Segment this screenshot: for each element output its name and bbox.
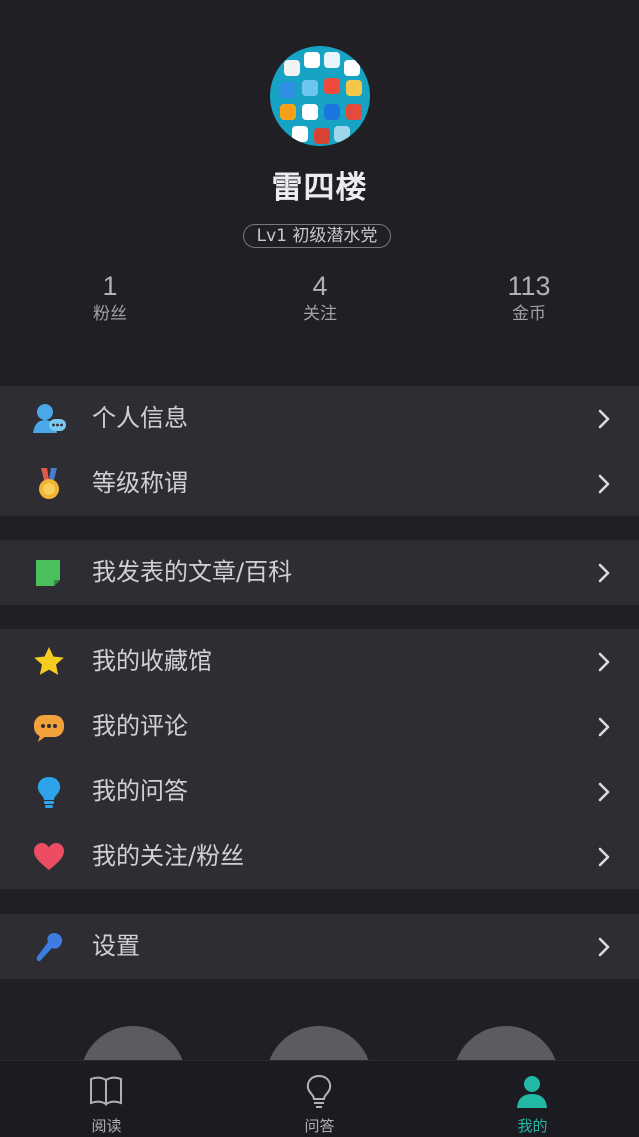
lightbulb-icon [306, 1074, 332, 1108]
chevron-right-icon [598, 563, 610, 583]
menu-item-my-comments[interactable]: 我的评论 [0, 694, 639, 759]
menu-label-personal-info: 个人信息 [92, 404, 188, 432]
chevron-right-icon [598, 652, 610, 672]
tab-qa-label: 问答 [304, 1117, 335, 1135]
tab-me[interactable]: 我的 [426, 1061, 639, 1137]
menu-group-activity: 我的收藏馆 我的评论 我的问答 我的关注/粉丝 [0, 629, 639, 889]
menu-label-settings: 设置 [92, 932, 140, 960]
tab-bar: 阅读 问答 我的 [0, 1060, 639, 1137]
stat-following-value: 4 [312, 271, 328, 301]
comment-icon [34, 715, 64, 742]
tab-read[interactable]: 阅读 [0, 1061, 213, 1137]
stat-followers[interactable]: 1 粉丝 [40, 270, 180, 326]
profile-header: 雷四楼 Lv1 初级潜水党 1 粉丝 4 关注 113 金币 [0, 0, 639, 386]
stat-coins-value: 113 [507, 271, 551, 301]
menu-group-content: 我发表的文章/百科 [0, 540, 639, 605]
menu-label-my-follows: 我的关注/粉丝 [92, 842, 245, 870]
menu-item-personal-info[interactable]: 个人信息 [0, 386, 639, 451]
avatar[interactable] [270, 46, 370, 146]
person-icon [517, 1076, 547, 1108]
heart-icon [34, 843, 64, 870]
tab-me-label: 我的 [517, 1117, 548, 1135]
lightbulb-icon [37, 777, 61, 808]
username: 雷四楼 [271, 170, 368, 206]
document-icon [36, 560, 60, 586]
menu-group-settings: 设置 [0, 914, 639, 979]
stat-coins-label: 金币 [512, 304, 546, 324]
menu-item-my-favorites[interactable]: 我的收藏馆 [0, 629, 639, 694]
chevron-right-icon [598, 847, 610, 867]
menu-item-my-qa[interactable]: 我的问答 [0, 759, 639, 824]
chevron-right-icon [598, 717, 610, 737]
chevron-right-icon [598, 474, 610, 494]
stat-followers-label: 粉丝 [93, 304, 127, 324]
chevron-right-icon [598, 937, 610, 957]
menu-item-level-title[interactable]: 等级称谓 [0, 451, 639, 516]
level-badge[interactable]: Lv1 初级潜水党 [243, 224, 391, 248]
menu-item-my-follows[interactable]: 我的关注/粉丝 [0, 824, 639, 889]
menu-label-my-articles: 我发表的文章/百科 [92, 558, 293, 586]
menu-label-my-qa: 我的问答 [92, 777, 188, 805]
menu-item-settings[interactable]: 设置 [0, 914, 639, 979]
menu-label-level-title: 等级称谓 [92, 469, 188, 497]
menu-group-account: 个人信息 等级称谓 [0, 386, 639, 516]
stat-coins[interactable]: 113 金币 [459, 270, 599, 326]
menu-label-my-comments: 我的评论 [92, 712, 188, 740]
menu-item-my-articles[interactable]: 我发表的文章/百科 [0, 540, 639, 605]
tab-read-label: 阅读 [91, 1117, 122, 1135]
star-icon [34, 647, 64, 675]
medal-icon [39, 468, 59, 499]
chevron-right-icon [598, 782, 610, 802]
chevron-right-icon [598, 409, 610, 429]
menu-label-my-favorites: 我的收藏馆 [92, 647, 212, 675]
stat-following[interactable]: 4 关注 [250, 270, 390, 326]
wrench-icon [36, 933, 63, 962]
stat-followers-value: 1 [102, 271, 118, 301]
book-icon [90, 1076, 122, 1106]
tab-qa[interactable]: 问答 [213, 1061, 426, 1137]
user-chat-icon [33, 404, 66, 433]
stat-following-label: 关注 [303, 304, 337, 324]
